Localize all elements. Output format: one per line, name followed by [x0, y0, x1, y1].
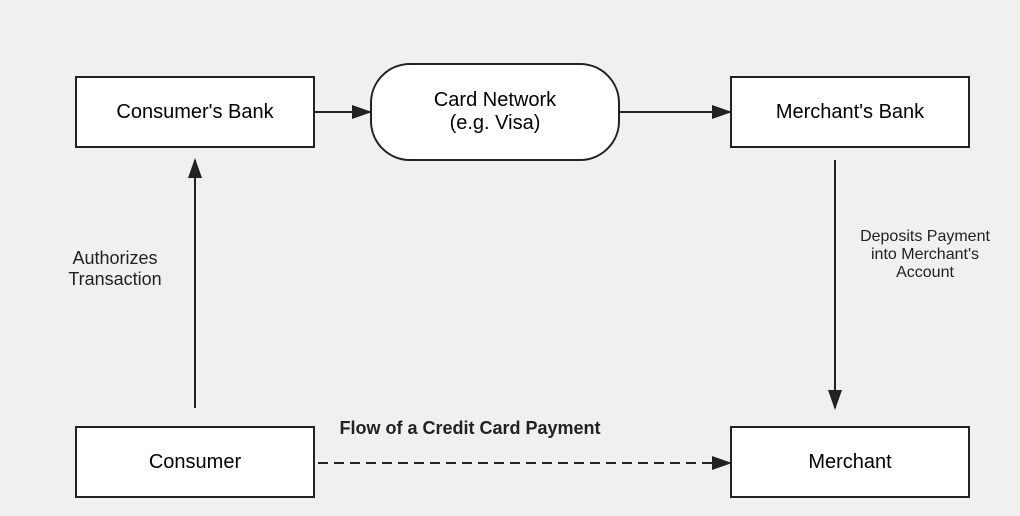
authorizes-label: Authorizes Transaction — [50, 248, 180, 290]
merchant-box: Merchant — [730, 426, 970, 498]
deposits-label: Deposits Payment into Merchant's Account — [860, 228, 990, 282]
merchants-bank-box: Merchant's Bank — [730, 76, 970, 148]
flow-label: Flow of a Credit Card Payment — [300, 418, 640, 439]
consumers-bank-box: Consumer's Bank — [75, 76, 315, 148]
merchants-bank-label: Merchant's Bank — [776, 101, 924, 124]
consumers-bank-label: Consumer's Bank — [116, 101, 273, 124]
consumer-label: Consumer — [149, 451, 241, 474]
consumer-box: Consumer — [75, 426, 315, 498]
card-network-label: Card Network (e.g. Visa) — [434, 89, 556, 135]
merchant-label: Merchant — [808, 451, 891, 474]
diagram: Consumer's Bank Card Network (e.g. Visa)… — [30, 28, 990, 488]
card-network-box: Card Network (e.g. Visa) — [370, 63, 620, 161]
